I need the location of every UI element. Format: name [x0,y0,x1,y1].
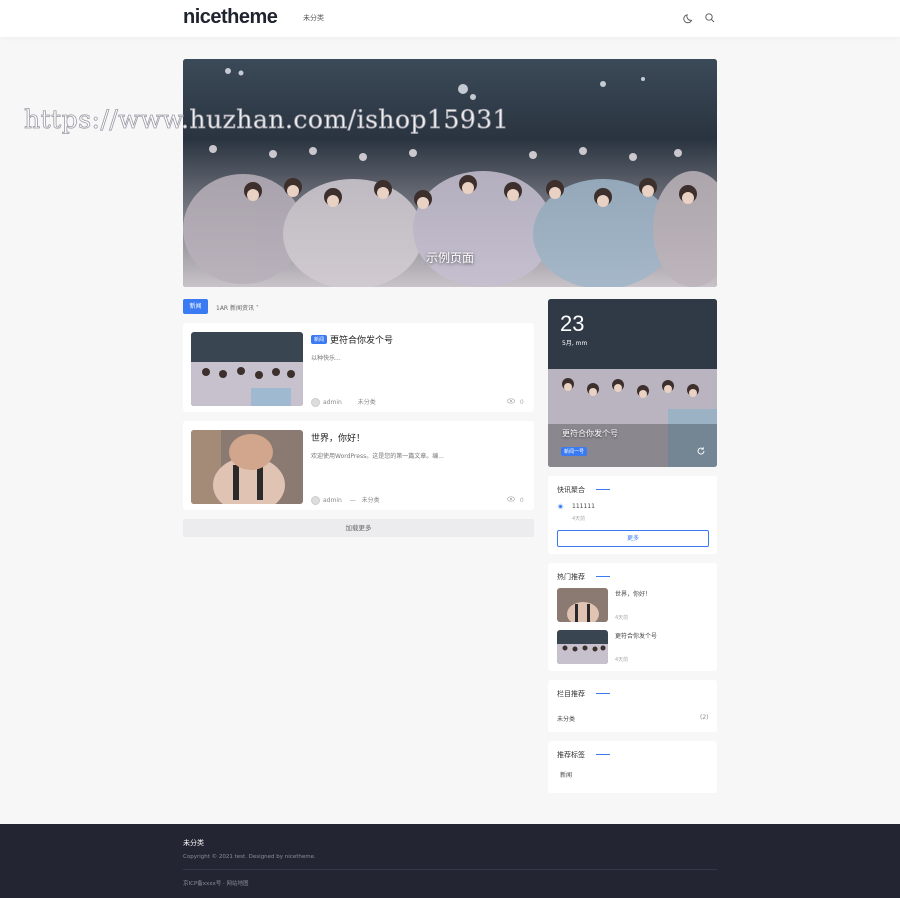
hot-item-time: 4天前 [615,657,629,663]
featured-title[interactable]: 更符合你发个号 [562,428,618,439]
widget-title: 推荐标签 [557,751,585,759]
site-logo[interactable]: nicetheme [183,6,278,29]
post-title-text[interactable]: 更符合你发个号 [330,336,393,346]
tag-item[interactable]: 新闻 [560,770,572,779]
title-underline [596,754,610,755]
quick-news-item[interactable]: 111111 [572,503,595,510]
avatar[interactable] [311,398,320,407]
hot-thumbnail[interactable] [557,588,608,622]
tab-more[interactable]: 1AR 新闻资讯 ˅ [216,303,259,312]
category-widget [548,680,717,732]
post-tag[interactable]: 新闻 [311,335,328,344]
more-button[interactable]: 更多 [557,530,709,547]
refresh-icon[interactable] [696,446,706,456]
moon-icon[interactable] [683,12,695,24]
widget-title: 栏目推荐 [557,690,585,698]
category-item-name[interactable]: 未分类 [557,714,575,723]
hot-thumbnail[interactable] [557,630,608,664]
post-excerpt: 以种快乐... [311,355,341,362]
title-underline [596,489,610,490]
post-author[interactable]: admin [323,399,342,406]
post-title[interactable]: 世界，你好！ [311,431,365,444]
post-category[interactable]: 未分类 [362,497,380,504]
post-comments: 0 [507,496,524,504]
hot-item-title[interactable]: 世界，你好！ [615,589,651,598]
bullet-icon [557,503,564,510]
post-thumbnail[interactable] [191,332,303,406]
site-header: nicetheme 未分类 [0,0,900,37]
post-comments: 0 [507,398,524,406]
post-title[interactable]: 新闻 更符合你发个号 [311,333,393,346]
widget-title: 快讯聚合 [557,486,585,494]
load-more-button[interactable]: 加载更多 [183,519,534,537]
footer-title[interactable]: 未分类 [183,838,204,848]
eye-icon [507,496,515,502]
post-thumbnail[interactable] [191,430,303,504]
hero-caption[interactable]: 示例页面 [0,249,900,266]
watermark-text: https://www.huzhan.com/ishop15931 [24,105,510,135]
post-meta: admin 未分类 [311,397,376,407]
hot-item-title[interactable]: 更符合你发个号 [615,631,657,640]
quick-news-time: 4天前 [572,516,586,522]
category-item-count: (2) [700,714,709,721]
sidebar-featured[interactable]: 23 [548,299,717,467]
footer-divider [183,869,717,870]
comment-count: 0 [519,497,524,504]
featured-day: 23 [560,311,585,336]
tab-news[interactable]: 新闻 [183,299,208,314]
featured-month: 5月, mm [562,340,588,347]
search-icon[interactable] [704,12,716,24]
tags-widget [548,741,717,793]
avatar[interactable] [311,496,320,505]
post-meta: admin — 未分类 [311,495,380,505]
post-category[interactable]: 未分类 [358,399,376,406]
post-author[interactable]: admin [323,497,342,504]
footer-copyright: Copyright © 2021 test. Designed by nicet… [183,854,316,860]
nav-item-uncategorized[interactable]: 未分类 [303,13,324,23]
footer-links[interactable]: 京ICP备xxxx号 · 网站地图 [183,879,249,887]
site-footer [0,824,900,898]
title-underline [596,693,610,694]
eye-icon [507,398,515,404]
featured-tag[interactable]: 新闻一号 [561,447,588,456]
title-underline [596,576,610,577]
hot-item-time: 4天前 [615,615,629,621]
post-excerpt: 欢迎使用WordPress。这是您的第一篇文章。编... [311,453,444,460]
comment-count: 0 [519,399,524,406]
widget-title: 热门推荐 [557,573,585,581]
